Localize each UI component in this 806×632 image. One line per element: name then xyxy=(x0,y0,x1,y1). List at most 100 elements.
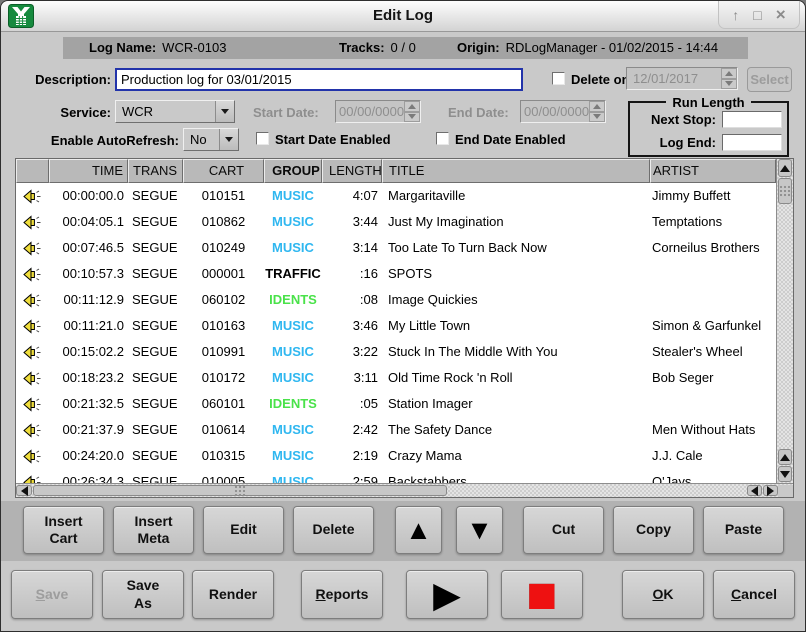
speaker-icon xyxy=(16,287,49,313)
log-table-header: TIMETRANSCARTGROUPLENGTHTITLEARTIST xyxy=(16,159,776,183)
scroll-down-icon[interactable] xyxy=(778,466,792,482)
horizontal-scrollbar[interactable] xyxy=(16,483,793,497)
column-header-artist[interactable]: ARTIST xyxy=(650,159,776,183)
column-header-length[interactable]: LENGTH xyxy=(322,159,382,183)
scroll-up-icon[interactable] xyxy=(778,159,792,177)
chevron-down-icon xyxy=(215,101,234,122)
table-row[interactable]: 00:24:20.0SEGUE010315MUSIC2:19Crazy Mama… xyxy=(16,443,776,469)
start-date-enabled-checkbox[interactable] xyxy=(256,132,269,145)
table-row[interactable]: 00:21:32.5SEGUE060101IDENTS:05Station Im… xyxy=(16,391,776,417)
maximize-icon[interactable]: □ xyxy=(753,8,761,22)
column-header-cart[interactable]: CART xyxy=(183,159,264,183)
cell-time: 00:11:21.0 xyxy=(49,313,128,339)
table-row[interactable]: 00:10:57.3SEGUE000001TRAFFIC:16SPOTS xyxy=(16,261,776,287)
spin-up-icon xyxy=(721,68,737,79)
scroll-left-icon[interactable] xyxy=(747,485,762,496)
delete-button[interactable]: Delete xyxy=(293,506,374,554)
column-header-trans[interactable]: TRANS xyxy=(128,159,183,183)
paste-button[interactable]: Paste xyxy=(703,506,784,554)
table-row[interactable]: 00:21:37.9SEGUE010614MUSIC2:42The Safety… xyxy=(16,417,776,443)
run-length-title: Run Length xyxy=(666,95,750,110)
table-row[interactable]: 00:04:05.1SEGUE010862MUSIC3:44Just My Im… xyxy=(16,209,776,235)
speaker-icon xyxy=(16,365,49,391)
cancel-button[interactable]: Cancel xyxy=(713,570,795,619)
table-row[interactable]: 00:07:46.5SEGUE010249MUSIC3:14Too Late T… xyxy=(16,235,776,261)
end-date-enabled-checkbox[interactable] xyxy=(436,132,449,145)
vertical-scrollbar[interactable] xyxy=(776,159,793,483)
tracks: Tracks:0 / 0 xyxy=(339,37,416,59)
cell-cart: 010614 xyxy=(183,417,264,443)
stop-button[interactable]: ■ xyxy=(501,570,583,619)
table-row[interactable]: 00:15:02.2SEGUE010991MUSIC3:22Stuck In T… xyxy=(16,339,776,365)
cell-length: 3:11 xyxy=(322,365,382,391)
delete-on-checkbox[interactable] xyxy=(552,72,565,85)
scroll-left-icon[interactable] xyxy=(16,485,32,496)
vertical-scrollbar-thumb[interactable] xyxy=(778,178,792,204)
service-dropdown[interactable]: WCR xyxy=(115,100,235,123)
column-header-group[interactable]: GROUP xyxy=(264,159,322,183)
horizontal-scrollbar-thumb[interactable] xyxy=(33,485,447,496)
cell-length: 3:46 xyxy=(322,313,382,339)
table-row[interactable]: 00:26:34.3SEGUE010005MUSIC2:59Backstabbe… xyxy=(16,469,776,483)
copy-button[interactable]: Copy xyxy=(613,506,694,554)
cell-group: MUSIC xyxy=(264,183,322,209)
table-row[interactable]: 00:11:12.9SEGUE060102IDENTS:08Image Quic… xyxy=(16,287,776,313)
insert-meta-button[interactable]: Insert Meta xyxy=(113,506,194,554)
cell-length: 3:14 xyxy=(322,235,382,261)
render-button[interactable]: Render xyxy=(192,570,274,619)
cell-cart: 010315 xyxy=(183,443,264,469)
edit-button[interactable]: Edit xyxy=(203,506,284,554)
autorefresh-dropdown[interactable]: No xyxy=(183,128,239,151)
column-header-title[interactable]: TITLE xyxy=(382,159,650,183)
save-as-button[interactable]: Save As xyxy=(102,570,184,619)
window-controls: ↑ □ × xyxy=(718,1,800,29)
select-date-label: Select xyxy=(750,72,788,87)
cell-time: 00:04:05.1 xyxy=(49,209,128,235)
description-input[interactable] xyxy=(115,68,523,91)
cell-trans: SEGUE xyxy=(128,391,183,417)
play-button[interactable]: ▶ xyxy=(406,570,488,619)
cell-group: MUSIC xyxy=(264,209,322,235)
table-row[interactable]: 00:11:21.0SEGUE010163MUSIC3:46My Little … xyxy=(16,313,776,339)
tracks-value: 0 / 0 xyxy=(391,40,416,55)
cell-trans: SEGUE xyxy=(128,417,183,443)
cell-trans: SEGUE xyxy=(128,235,183,261)
cell-time: 00:18:23.2 xyxy=(49,365,128,391)
column-header-icon[interactable] xyxy=(16,159,49,183)
scroll-right-icon[interactable] xyxy=(763,485,778,496)
cell-artist: Temptations xyxy=(650,209,776,235)
stop-icon: ■ xyxy=(526,575,557,615)
autorefresh-label: Enable AutoRefresh: xyxy=(17,133,179,148)
ok-button[interactable]: OK xyxy=(622,570,704,619)
log-end-field xyxy=(722,134,782,151)
table-row[interactable]: 00:18:23.2SEGUE010172MUSIC3:11Old Time R… xyxy=(16,365,776,391)
start-date-spinbox: 00/00/0000 xyxy=(335,100,421,123)
cell-time: 00:00:00.0 xyxy=(49,183,128,209)
cut-button[interactable]: Cut xyxy=(523,506,604,554)
cell-title: Image Quickies xyxy=(382,287,650,313)
cell-title: Backstabbers xyxy=(382,469,650,483)
cell-group: IDENTS xyxy=(264,287,322,313)
cell-trans: SEGUE xyxy=(128,339,183,365)
origin-label: Origin: xyxy=(457,40,500,55)
spin-down-icon xyxy=(721,79,737,90)
cell-artist: J.J. Cale xyxy=(650,443,776,469)
shade-icon[interactable]: ↑ xyxy=(732,8,739,22)
close-icon[interactable]: × xyxy=(776,8,786,22)
title-bar[interactable]: Edit Log ↑ □ × xyxy=(1,1,805,32)
scroll-up-icon[interactable] xyxy=(778,449,792,465)
cell-length: 3:44 xyxy=(322,209,382,235)
spin-down-icon xyxy=(589,112,605,123)
cell-title: Stuck In The Middle With You xyxy=(382,339,650,365)
move-down-button[interactable]: ▼ xyxy=(456,506,503,554)
cell-trans: SEGUE xyxy=(128,469,183,483)
move-up-button[interactable]: ▲ xyxy=(395,506,442,554)
column-header-time[interactable]: TIME xyxy=(49,159,128,183)
reports-button[interactable]: Reports xyxy=(301,570,383,619)
table-row[interactable]: 00:00:00.0SEGUE010151MUSIC4:07Margaritav… xyxy=(16,183,776,209)
insert-cart-button[interactable]: Insert Cart xyxy=(23,506,104,554)
speaker-icon xyxy=(16,443,49,469)
end-date-spinbox: 00/00/0000 xyxy=(520,100,606,123)
cell-artist: Men Without Hats xyxy=(650,417,776,443)
service-label: Service: xyxy=(17,105,111,120)
